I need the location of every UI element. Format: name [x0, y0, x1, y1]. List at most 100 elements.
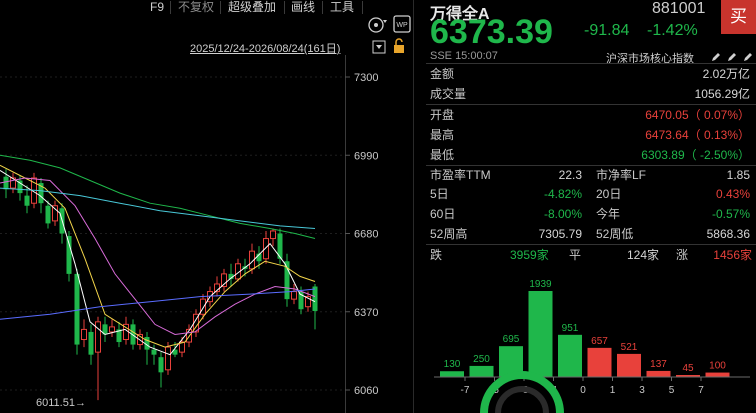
candle-body: [74, 273, 80, 345]
candle-body: [263, 238, 269, 260]
divider: [426, 63, 756, 64]
distribution-histogram: 130 2506951939951657521137 45 100-7 -5 -3 -1 0 1…: [434, 279, 750, 413]
price-change-pct: -1.42%: [647, 22, 698, 39]
advancers-label: 涨: [676, 248, 689, 262]
decliners-count: 3959家: [510, 248, 549, 262]
buy-button[interactable]: 买: [721, 0, 756, 34]
pb-label: 市净率LF: [596, 168, 647, 182]
toolbar-tools[interactable]: 工具: [330, 0, 354, 14]
unchanged-count: 124家: [627, 248, 660, 262]
price-axis-label: 6370: [354, 307, 378, 319]
d5-label: 5日: [430, 187, 449, 201]
wk52-high-label: 52周高: [430, 227, 468, 241]
d60-value: -8.00%: [543, 207, 582, 221]
price-change: -91.84: [584, 22, 630, 39]
edit-icon[interactable]: [710, 51, 722, 63]
toolbar-divider: [170, 1, 171, 14]
exchange-time: SSE 15:00:07: [430, 50, 498, 62]
candle-body: [81, 328, 87, 341]
wp-icon[interactable]: WP: [392, 14, 412, 34]
d5-value: -4.82%: [543, 187, 582, 201]
price-axis-label: 7300: [354, 72, 378, 84]
toolbar-divider: [362, 1, 363, 14]
candle-body: [52, 205, 58, 222]
amount-label: 金额: [430, 67, 455, 81]
kline-panel[interactable]: F9 不复权 超级叠加 画线 工具 WP 2025/12/24-2026/08/…: [0, 0, 414, 413]
histogram-value-label: 250: [473, 354, 490, 365]
histogram-tick-label: 7: [698, 385, 704, 396]
ma60-line: [0, 154, 316, 239]
toolbar-f9[interactable]: F9: [150, 0, 164, 14]
histogram-value-label: 100: [709, 361, 726, 372]
candle-body: [66, 236, 72, 274]
svg-text:WP: WP: [396, 22, 408, 29]
toolbar-draw[interactable]: 画线: [291, 0, 315, 14]
volume-label: 成交量: [430, 87, 467, 101]
toolbar-divider: [284, 1, 285, 14]
divider: [426, 244, 756, 245]
candle-body: [3, 176, 9, 190]
histogram-value-label: 951: [562, 323, 579, 334]
candle-body: [312, 286, 318, 311]
kline-chart[interactable]: 7300 6990 6680 6370 6060 6011.51→: [0, 55, 414, 413]
unchanged-label: 平: [569, 248, 582, 262]
toolbar-overlay[interactable]: 超级叠加: [228, 0, 276, 14]
decliners-label: 跌: [430, 248, 443, 262]
histogram-bar: [528, 291, 553, 377]
wk52-high-value: 7305.79: [538, 227, 582, 241]
edit-icon[interactable]: [742, 51, 754, 63]
edit-icon[interactable]: [726, 51, 738, 63]
low-label: 最低: [430, 148, 455, 162]
advancers-count: 1456家: [713, 248, 752, 262]
candle-body: [291, 291, 297, 300]
pe-value: 22.3: [558, 168, 582, 182]
toolbar-divider: [322, 1, 323, 14]
candle-body: [24, 195, 30, 206]
divider: [426, 104, 756, 105]
ma5-line: [0, 169, 316, 356]
date-range[interactable]: 2025/12/24-2026/08/24(161日): [190, 40, 340, 56]
d60-label: 60日: [430, 207, 456, 221]
candle-body: [270, 230, 276, 240]
chart-toolbar: F9 不复权 超级叠加 画线 工具: [0, 0, 413, 16]
open-label: 开盘: [430, 108, 455, 122]
ma250-line: [0, 288, 316, 320]
lock-icon[interactable]: [392, 38, 406, 54]
high-label: 最高: [430, 128, 455, 142]
candle-body: [151, 349, 157, 355]
toolbar-divider: [220, 1, 221, 14]
d20-value: 0.43%: [715, 187, 750, 201]
histogram-tick-label: 3: [639, 385, 645, 396]
high-value: 6473.64（ 0.13%）: [645, 128, 750, 142]
pb-value: 1.85: [726, 168, 750, 182]
open-value: 6470.05（ 0.07%）: [645, 108, 750, 122]
ytd-value: -0.57%: [711, 207, 750, 221]
low-value: 6303.89（ -2.50%）: [641, 148, 750, 162]
histogram-value-label: 1939: [529, 279, 552, 290]
dropdown-icon[interactable]: [372, 40, 386, 54]
wk52-low-label: 52周低: [596, 227, 634, 241]
candle-body: [45, 205, 51, 224]
toolbar-no-adjust[interactable]: 不复权: [178, 0, 214, 14]
d20-label: 20日: [596, 187, 622, 201]
histogram-bar: [617, 353, 641, 377]
divider: [426, 165, 756, 166]
histogram-bar: [705, 372, 730, 377]
histogram-value-label: 521: [621, 342, 638, 353]
volume-value: 1056.29亿: [694, 87, 750, 101]
wk52-low-value: 5868.36: [706, 227, 750, 241]
settings-icon[interactable]: [367, 15, 389, 35]
histogram-bar: [440, 371, 464, 377]
security-code: 881001: [652, 0, 706, 17]
price-axis-label: 6990: [354, 150, 378, 162]
histogram-value-label: 45: [682, 363, 694, 374]
low-price-marker: 6011.51→: [36, 397, 86, 409]
histogram-tick-label: -7: [461, 385, 470, 396]
histogram-bar: [587, 347, 612, 377]
amount-value: 2.02万亿: [702, 67, 750, 81]
price-axis-label: 6060: [354, 385, 378, 397]
histogram-bar: [646, 370, 671, 377]
candle-body: [109, 326, 115, 333]
histogram-value-label: 137: [650, 359, 667, 370]
candle-body: [200, 298, 206, 315]
